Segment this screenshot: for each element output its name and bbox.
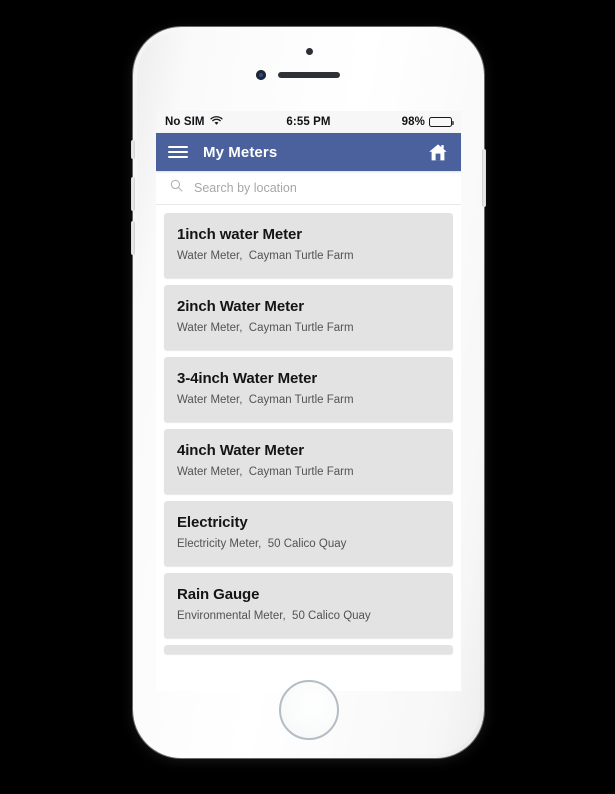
meter-card-title: 3-4inch Water Meter: [177, 370, 318, 388]
meter-card[interactable]: Rain Gauge Environmental Meter, 50 Calico…: [164, 573, 453, 639]
meter-card-title: 4inch Water Meter: [177, 442, 304, 460]
volume-up-button[interactable]: [131, 177, 135, 211]
earpiece-speaker-icon: [277, 72, 340, 78]
status-bar: No SIM 6:55 PM 98%: [156, 111, 461, 133]
meter-card-subtitle: Electricity Meter, 50 Calico Quay: [177, 538, 347, 551]
search-input[interactable]: [194, 180, 447, 195]
meter-card[interactable]: Electricity Electricity Meter, 50 Calico …: [164, 501, 453, 567]
battery-icon: [429, 116, 454, 128]
meter-card-title: 2inch Water Meter: [177, 298, 304, 316]
proximity-sensor-icon: [305, 48, 313, 55]
app-bar: My Meters: [156, 133, 461, 171]
wifi-icon: [209, 115, 223, 129]
meter-card-title: Rain Gauge: [177, 586, 260, 604]
silent-switch-button[interactable]: [131, 140, 135, 159]
front-camera-icon: [255, 70, 266, 80]
page-title: My Meters: [203, 143, 278, 161]
home-button[interactable]: [278, 680, 339, 740]
meter-card[interactable]: 2inch Water Meter Water Meter, Cayman Tur…: [164, 285, 453, 351]
search-bar[interactable]: [156, 171, 461, 205]
search-icon: [170, 179, 183, 197]
meter-card-subtitle: Environmental Meter, 50 Calico Quay: [177, 610, 371, 623]
status-bar-left: No SIM: [165, 115, 223, 129]
meter-card[interactable]: 4inch Water Meter Water Meter, Cayman Tur…: [164, 429, 453, 495]
meter-list[interactable]: 1inch water Meter Water Meter, Cayman Tur…: [156, 205, 461, 691]
meter-card-subtitle: Water Meter, Cayman Turtle Farm: [177, 322, 354, 335]
hamburger-menu-icon[interactable]: [168, 144, 188, 160]
meter-card-subtitle: Water Meter, Cayman Turtle Farm: [177, 394, 354, 407]
home-icon[interactable]: [427, 141, 449, 163]
meter-card-subtitle: Water Meter, Cayman Turtle Farm: [177, 250, 354, 263]
battery-cap: [452, 120, 454, 125]
meter-card-title: Electricity: [177, 514, 248, 532]
meter-card[interactable]: 3-4inch Water Meter Water Meter, Cayman T…: [164, 357, 453, 423]
meter-card-title: 1inch water Meter: [177, 226, 303, 243]
meter-card-subtitle: Water Meter, Cayman Turtle Farm: [177, 466, 354, 479]
carrier-label: No SIM: [165, 116, 205, 128]
volume-down-button[interactable]: [131, 221, 135, 255]
screenshot-canvas: No SIM 6:55 PM 98% My Meters Search by l…: [0, 0, 615, 794]
meter-card[interactable]: 1inch water Meter Water Meter, Cayman Tur…: [164, 213, 453, 279]
iphone-device-frame: No SIM 6:55 PM 98% My Meters Search by l…: [131, 27, 486, 758]
status-bar-right: 98%: [401, 116, 454, 128]
power-button[interactable]: [482, 149, 486, 207]
battery-percent-label: 98%: [401, 116, 425, 128]
meter-card[interactable]: [164, 645, 453, 655]
phone-screen: No SIM 6:55 PM 98% My Meters Search by l…: [156, 111, 461, 691]
